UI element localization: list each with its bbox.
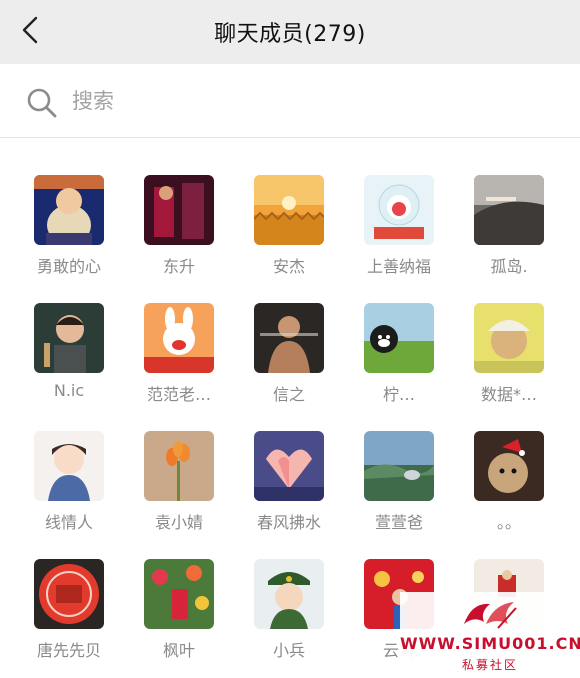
member-item[interactable]: 东升 [124, 138, 234, 276]
member-name: 小兵 [272, 641, 305, 660]
nav-bar: 聊天成员(279) [0, 0, 580, 64]
member-item[interactable]: 。。 [454, 394, 564, 532]
page-title: 聊天成员(279) [214, 22, 366, 47]
member-item[interactable]: 数据*… [454, 266, 564, 404]
watermark: WWW.SIMU001.CN 私募社区 [400, 592, 580, 678]
member-item[interactable]: 孤岛. [454, 138, 564, 276]
member-item[interactable]: 安杰 [234, 138, 344, 276]
avatar [364, 175, 434, 245]
avatar [34, 559, 104, 629]
avatar [364, 431, 434, 501]
member-item[interactable]: 柠… [344, 266, 454, 404]
member-item[interactable]: 上善纳福 [344, 138, 454, 276]
avatar [254, 303, 324, 373]
member-name: 枫叶 [162, 641, 195, 660]
chevron-left-icon [22, 16, 38, 44]
avatar [474, 431, 544, 501]
avatar [254, 431, 324, 501]
watermark-url: WWW.SIMU001.CN [400, 634, 580, 653]
avatar [474, 175, 544, 245]
member-item[interactable]: 范范老… [124, 266, 234, 404]
avatar [34, 431, 104, 501]
member-item[interactable]: 春风拂水 [234, 394, 344, 532]
member-item[interactable]: 勇敢的心 [14, 138, 124, 276]
search-input[interactable] [72, 86, 552, 116]
back-button[interactable] [12, 12, 48, 48]
avatar [364, 303, 434, 373]
avatar [34, 303, 104, 373]
member-item[interactable]: N.ic [14, 266, 124, 400]
member-name: 唐先先贝 [36, 641, 101, 660]
avatar [144, 559, 214, 629]
member-item[interactable]: 小兵 [234, 522, 344, 660]
member-item[interactable]: 袁小婧 [124, 394, 234, 532]
member-item[interactable]: 萱萱爸 [344, 394, 454, 532]
member-item[interactable]: 线情人 [14, 394, 124, 532]
search-icon [27, 88, 57, 118]
watermark-subtitle: 私募社区 [461, 658, 518, 672]
avatar [34, 175, 104, 245]
search-bar[interactable] [0, 64, 580, 138]
avatar [474, 303, 544, 373]
avatar [254, 559, 324, 629]
avatar [144, 431, 214, 501]
avatar [144, 303, 214, 373]
avatar [144, 175, 214, 245]
member-item[interactable]: 信之 [234, 266, 344, 404]
brand-logo-icon [464, 602, 517, 629]
avatar [254, 175, 324, 245]
member-item[interactable]: 枫叶 [124, 522, 234, 660]
member-item[interactable]: 唐先先贝 [14, 522, 124, 660]
